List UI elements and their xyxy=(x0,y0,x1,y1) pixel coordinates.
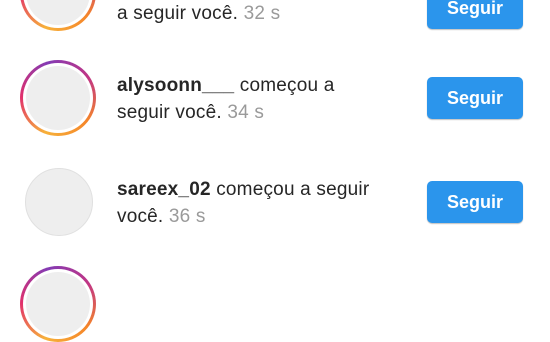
notification-action: começou a xyxy=(234,75,335,96)
avatar[interactable] xyxy=(20,0,96,31)
timestamp: 36 s xyxy=(168,206,206,227)
notification-action: você. xyxy=(117,206,164,227)
profile-photo xyxy=(26,0,90,25)
notification-text: alysoonn___ começou a seguir você. 34 s xyxy=(117,72,407,126)
profile-photo xyxy=(26,66,90,130)
notification-text: a seguir você. 32 s xyxy=(117,0,407,27)
notification-action: começou a seguir xyxy=(210,179,370,200)
notification-action: seguir você. xyxy=(117,102,222,123)
notification-row[interactable]: sareex_02 começou a seguir você. 36 s Se… xyxy=(0,168,550,243)
avatar[interactable] xyxy=(20,60,96,136)
follow-button[interactable]: Seguir xyxy=(427,77,523,119)
username-link[interactable]: sareex_02 xyxy=(117,179,211,200)
avatar[interactable] xyxy=(20,266,96,342)
notification-row[interactable] xyxy=(0,266,550,342)
profile-photo xyxy=(26,272,90,336)
username-link[interactable]: alysoonn___ xyxy=(117,75,234,96)
notification-row[interactable]: a seguir você. 32 s Seguir xyxy=(0,0,550,50)
notification-text: sareex_02 começou a seguir você. 36 s xyxy=(117,176,407,230)
timestamp: 32 s xyxy=(243,3,281,24)
follow-button[interactable]: Seguir xyxy=(427,181,523,223)
avatar[interactable] xyxy=(25,168,93,236)
notification-row[interactable]: alysoonn___ começou a seguir você. 34 s … xyxy=(0,60,550,155)
notification-action: a seguir você. xyxy=(117,3,239,24)
follow-button[interactable]: Seguir xyxy=(427,0,523,29)
timestamp: 34 s xyxy=(227,102,265,123)
